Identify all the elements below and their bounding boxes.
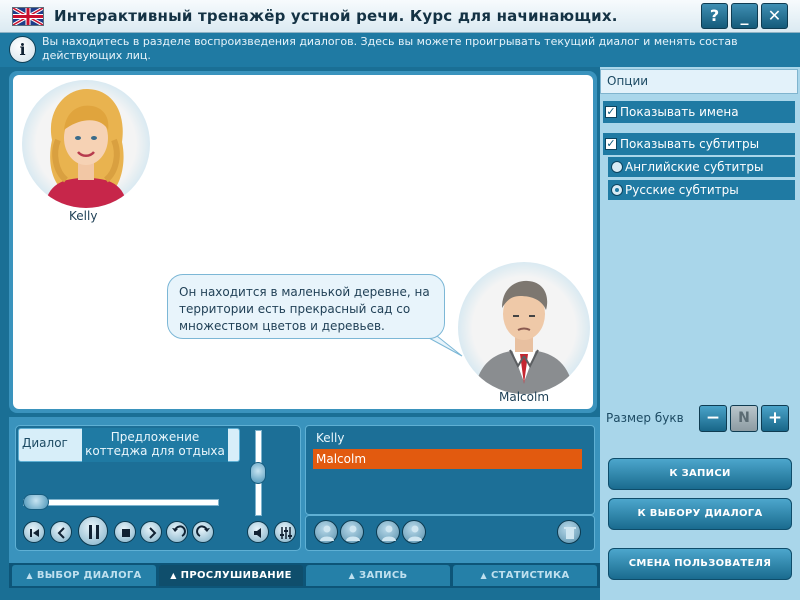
tab-label: ВЫБОР ДИАЛОГА xyxy=(36,570,142,581)
malcolm-avatar xyxy=(458,262,590,394)
volume-slider-handle[interactable] xyxy=(250,462,266,484)
speaker-icon xyxy=(254,528,261,538)
person-down-button[interactable] xyxy=(402,520,426,544)
show-names-label: Показывать имена xyxy=(620,105,739,119)
malcolm-name: Malcolm xyxy=(499,390,550,404)
tab-label: ЗАПИСЬ xyxy=(359,570,408,581)
tab-triangle-icon: ▲ xyxy=(480,571,487,580)
change-user-button[interactable]: СМЕНА ПОЛЬЗОВАТЕЛЯ xyxy=(608,548,792,580)
font-size-label: Размер букв xyxy=(606,411,684,425)
kelly-name: Kelly xyxy=(69,209,98,223)
english-subtitles-option[interactable]: Английские субтитры xyxy=(608,157,795,177)
pause-button[interactable] xyxy=(78,516,108,546)
info-text: Вы находитесь в разделе воспроизведения … xyxy=(42,35,738,62)
repeat-forward-button[interactable] xyxy=(192,521,214,543)
trash-icon xyxy=(564,527,576,539)
english-subtitles-radio[interactable] xyxy=(611,161,623,173)
title-bar: Интерактивный тренажёр устной речи. Курс… xyxy=(0,0,800,33)
skip-to-start-button[interactable] xyxy=(23,521,45,543)
pause-icon xyxy=(89,525,99,539)
stop-icon xyxy=(122,529,130,537)
tab-triangle-icon: ▲ xyxy=(26,571,33,580)
font-size-normal-button[interactable]: N xyxy=(730,405,758,432)
font-size-decrease-button[interactable]: − xyxy=(699,405,727,432)
progress-track[interactable] xyxy=(23,499,219,506)
person-up-icon xyxy=(382,525,396,541)
show-names-checkbox[interactable]: ✓ xyxy=(605,106,617,118)
chevron-right-icon xyxy=(149,527,157,539)
person-remove-icon xyxy=(346,525,360,541)
options-header: Опции xyxy=(600,69,798,94)
role-item-kelly[interactable]: Kelly xyxy=(313,428,582,448)
person-add-icon xyxy=(320,525,334,541)
speaker-button[interactable] xyxy=(247,521,269,543)
app-title: Интерактивный тренажёр устной речи. Курс… xyxy=(54,7,618,25)
russian-subtitles-radio[interactable] xyxy=(611,184,623,196)
previous-button[interactable] xyxy=(50,521,72,543)
equalizer-icon xyxy=(280,527,292,539)
redo-arrow-icon xyxy=(196,525,210,537)
tab-dialog-selection[interactable]: ▲ ВЫБОР ДИАЛОГА xyxy=(12,565,156,586)
show-subtitles-label: Показывать субтитры xyxy=(620,137,760,151)
minimize-button[interactable]: _ xyxy=(731,3,758,29)
russian-subtitles-label: Русские субтитры xyxy=(625,183,739,197)
help-button[interactable]: ? xyxy=(701,3,728,29)
show-subtitles-option[interactable]: ✓ Показывать субтитры xyxy=(603,133,795,155)
tab-triangle-icon: ▲ xyxy=(348,571,356,580)
tab-label: ПРОСЛУШИВАНИЕ xyxy=(180,570,292,581)
font-size-increase-button[interactable]: + xyxy=(761,405,789,432)
kelly-avatar xyxy=(22,80,150,208)
close-button[interactable]: ✕ xyxy=(761,3,788,29)
next-button[interactable] xyxy=(140,521,162,543)
uk-flag-icon xyxy=(12,7,44,26)
delete-button[interactable] xyxy=(557,520,581,544)
progress-slider-handle[interactable] xyxy=(23,494,49,510)
tab-listening[interactable]: ▲ ПРОСЛУШИВАНИЕ xyxy=(159,565,303,586)
tab-statistics[interactable]: ▲ СТАТИСТИКА xyxy=(453,565,597,586)
info-icon: i xyxy=(9,36,36,63)
person-down-icon xyxy=(408,525,422,541)
russian-subtitles-option[interactable]: Русские субтитры xyxy=(608,180,795,200)
remove-person-button[interactable] xyxy=(340,520,364,544)
undo-arrow-icon xyxy=(172,525,186,537)
dialog-label: Диалог xyxy=(22,436,68,450)
to-recording-button[interactable]: К ЗАПИСИ xyxy=(608,458,792,490)
speech-bubble: Он находится в маленькой деревне, на тер… xyxy=(167,274,445,339)
role-item-malcolm[interactable]: Malcolm xyxy=(313,449,582,469)
skip-start-icon xyxy=(30,529,39,537)
show-names-option[interactable]: ✓ Показывать имена xyxy=(603,101,795,123)
stop-button[interactable] xyxy=(114,521,136,543)
tab-triangle-icon: ▲ xyxy=(170,571,177,580)
repeat-back-button[interactable] xyxy=(166,521,188,543)
info-bar: i Вы находитесь в разделе воспроизведени… xyxy=(0,33,800,67)
tab-label: СТАТИСТИКА xyxy=(490,570,570,581)
person-up-button[interactable] xyxy=(376,520,400,544)
show-subtitles-checkbox[interactable]: ✓ xyxy=(605,138,617,150)
tab-recording[interactable]: ▲ ЗАПИСЬ xyxy=(306,565,450,586)
chevron-left-icon xyxy=(57,527,65,539)
english-subtitles-label: Английские субтитры xyxy=(625,160,764,174)
add-person-button[interactable] xyxy=(314,520,338,544)
equalizer-button[interactable] xyxy=(274,521,296,543)
to-dialog-selection-button[interactable]: К ВЫБОРУ ДИАЛОГА xyxy=(608,498,792,530)
dialog-title: Предложение коттеджа для отдыха xyxy=(82,428,228,462)
